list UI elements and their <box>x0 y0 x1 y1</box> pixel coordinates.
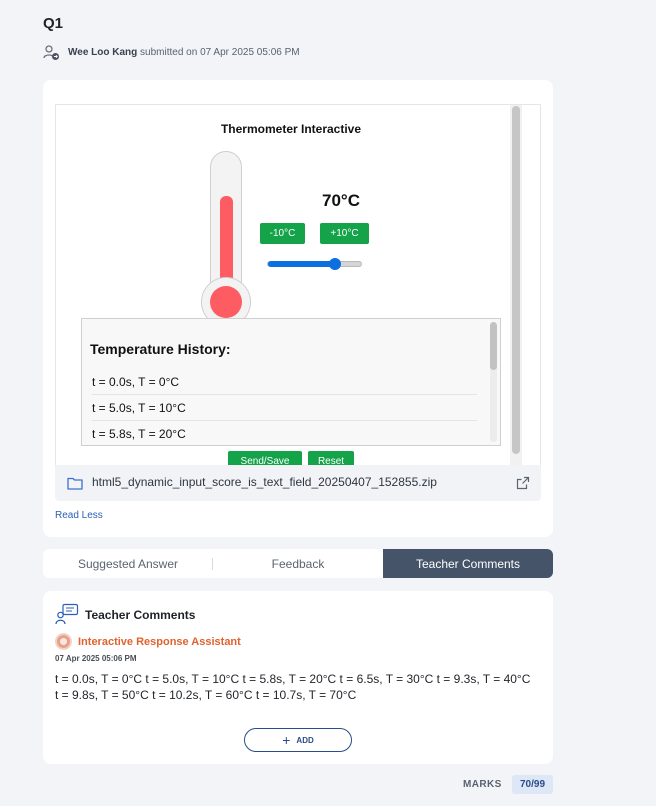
comment-date: 07 Apr 2025 05:06 PM <box>55 654 137 663</box>
history-scrollbar-thumb[interactable] <box>490 322 497 370</box>
tab-suggested-answer[interactable]: Suggested Answer <box>43 549 213 578</box>
tab-teacher-comments[interactable]: Teacher Comments <box>383 549 553 578</box>
slider-thumb[interactable] <box>328 258 341 270</box>
comments-header: Teacher Comments <box>85 608 196 622</box>
history-row: t = 5.0s, T = 10°C <box>92 395 477 421</box>
attachment-row[interactable]: html5_dynamic_input_score_is_text_field_… <box>55 465 541 501</box>
assistant-avatar <box>55 633 72 650</box>
send-save-button[interactable]: Send/Save <box>228 451 302 465</box>
simulation-frame[interactable]: Thermometer Interactive 70°C -10°C +10°C… <box>55 104 541 465</box>
question-title: Q1 <box>43 15 64 32</box>
reset-button[interactable]: Reset <box>308 451 354 465</box>
marks-label: MARKS <box>463 779 502 790</box>
add-button-label: ADD <box>296 735 314 745</box>
marks-value: 70/99 <box>512 775 553 794</box>
history-list: t = 0.0s, T = 0°C t = 5.0s, T = 10°C t =… <box>92 369 477 445</box>
simulation-title: Thermometer Interactive <box>220 122 362 136</box>
temperature-readout: 70°C <box>322 191 360 210</box>
answer-tabs: Suggested Answer Feedback Teacher Commen… <box>43 549 553 578</box>
user-submit-icon <box>43 44 60 61</box>
decrease-temp-button[interactable]: -10°C <box>260 223 305 244</box>
submitter-name: Wee Loo Kang <box>68 47 138 58</box>
slider-fill <box>268 261 335 267</box>
plus-icon: + <box>282 732 291 748</box>
folder-icon <box>67 476 83 490</box>
comment-body: t = 0.0s, T = 0°C t = 5.0s, T = 10°C t =… <box>55 672 531 702</box>
comment-author-row: Interactive Response Assistant <box>55 633 241 650</box>
read-less-link[interactable]: Read Less <box>55 510 103 521</box>
add-comment-button[interactable]: + ADD <box>244 728 352 752</box>
comment-author: Interactive Response Assistant <box>78 635 241 648</box>
comment-person-icon <box>55 603 79 625</box>
temperature-slider[interactable] <box>267 258 362 270</box>
external-link-icon[interactable] <box>516 476 530 490</box>
temperature-history-panel[interactable]: Temperature History: t = 0.0s, T = 0°C t… <box>81 318 501 446</box>
frame-scrollbar[interactable] <box>510 105 522 465</box>
thermometer-bulb <box>210 286 242 318</box>
history-row: t = 5.8s, T = 20°C <box>92 421 477 445</box>
increase-temp-button[interactable]: +10°C <box>320 223 369 244</box>
tab-feedback[interactable]: Feedback <box>213 549 383 578</box>
history-title: Temperature History: <box>90 341 231 357</box>
frame-scrollbar-thumb[interactable] <box>512 106 520 454</box>
answer-card: Thermometer Interactive 70°C -10°C +10°C… <box>43 80 553 537</box>
teacher-comments-card: Teacher Comments Interactive Response As… <box>43 591 553 764</box>
attachment-filename[interactable]: html5_dynamic_input_score_is_text_field_… <box>92 475 437 489</box>
history-scrollbar[interactable] <box>490 322 497 442</box>
history-row: t = 0.0s, T = 0°C <box>92 369 477 395</box>
submission-info: Wee Loo Kang submitted on 07 Apr 2025 05… <box>43 44 300 61</box>
submission-time: submitted on 07 Apr 2025 05:06 PM <box>140 47 300 58</box>
